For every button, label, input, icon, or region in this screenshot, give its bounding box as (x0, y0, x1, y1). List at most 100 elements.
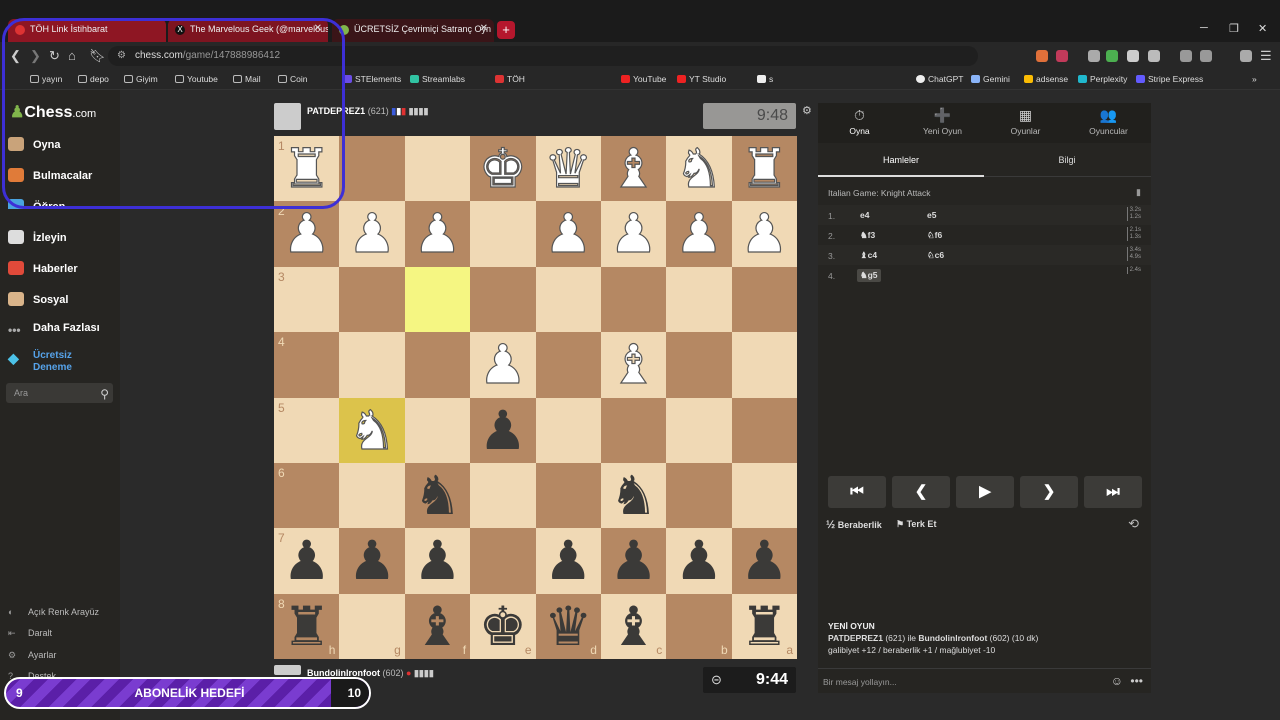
minimize-icon[interactable]: ─ (1200, 22, 1208, 34)
board-square[interactable]: ♟ (470, 397, 536, 463)
board-settings-icon[interactable]: ⚙ (802, 104, 812, 117)
extension-icon[interactable] (1088, 50, 1100, 62)
board-square[interactable]: c ♝ (600, 593, 667, 659)
board-square[interactable] (731, 266, 797, 333)
sidebar-search-input[interactable]: Ara ⚲ (6, 383, 113, 403)
sidebar-item-social[interactable]: Sosyal (8, 292, 68, 306)
board-square[interactable] (535, 397, 601, 463)
white-move[interactable]: ♝c4 (860, 250, 877, 261)
black-move[interactable]: e5 (927, 210, 936, 220)
black-pawn-piece[interactable]: ♟ (666, 528, 731, 593)
board-square[interactable] (470, 201, 536, 267)
more-options-icon[interactable]: ••• (1130, 674, 1143, 688)
maximize-icon[interactable]: ❐ (1229, 22, 1239, 35)
draw-button[interactable]: ½ Beraberlik (826, 519, 882, 531)
board-square[interactable] (600, 397, 667, 463)
board-square[interactable]: ♞ (600, 462, 667, 529)
board-square[interactable]: d ♛ (535, 593, 601, 659)
opening-name[interactable]: Italian Game: Knight Attack (828, 188, 931, 198)
black-bishop-piece[interactable]: ♝ (405, 594, 470, 659)
black-move[interactable]: ♘f6 (927, 230, 942, 241)
board-square[interactable] (470, 528, 536, 594)
bookmark-item[interactable]: YT Studio (677, 74, 726, 84)
white-pawn-piece[interactable]: ♟ (666, 201, 731, 266)
board-square[interactable]: ♚ (470, 136, 536, 202)
board-square[interactable]: ♟ (404, 528, 471, 594)
emoji-icon[interactable]: ☺ (1111, 674, 1123, 688)
board-square[interactable]: e ♚ (470, 593, 536, 659)
black-pawn-piece[interactable]: ♟ (470, 398, 535, 463)
board-square[interactable]: b (666, 593, 732, 659)
white-move-current[interactable]: ♞g5 (857, 269, 881, 282)
black-pawn-piece[interactable]: ♟ (732, 528, 797, 593)
white-bishop-piece[interactable]: ♝ (601, 332, 666, 397)
white-pawn-piece[interactable]: ♟ (405, 201, 470, 266)
board-square[interactable]: ♟ (666, 528, 732, 594)
light-theme-toggle[interactable]: ◐ Açık Renk Arayüz (8, 607, 99, 617)
bookmark-item[interactable]: STElements (343, 74, 401, 84)
new-tab-button[interactable]: + (497, 21, 515, 39)
close-window-icon[interactable]: ✕ (1258, 22, 1267, 35)
white-bishop-piece[interactable]: ♝ (601, 136, 666, 201)
board-square[interactable]: f ♝ (404, 593, 471, 659)
avatar[interactable] (274, 665, 301, 675)
board-square[interactable] (404, 332, 471, 398)
first-move-button[interactable]: ⏮ (828, 476, 886, 508)
board-square[interactable] (339, 266, 405, 333)
resign-button[interactable]: ⚑ Terk Et (896, 519, 936, 530)
sidebar-item-news[interactable]: Haberler (8, 261, 78, 275)
extension-icon[interactable] (1127, 50, 1139, 62)
board-square[interactable] (666, 332, 732, 398)
search-icon[interactable]: ⚲ (100, 384, 109, 404)
board-square[interactable]: ♟ (600, 528, 667, 594)
board-square[interactable]: ♝ (600, 136, 667, 202)
extension-icon[interactable] (1106, 50, 1118, 62)
board-square[interactable]: ♟ (535, 528, 601, 594)
board-square[interactable]: ♟ (535, 201, 601, 267)
play-button[interactable]: ▶ (956, 476, 1014, 508)
board-square[interactable]: 5 (274, 397, 340, 463)
tab-new-game[interactable]: ➕ Yeni Oyun (901, 107, 984, 136)
board-square[interactable]: ♟ (600, 201, 667, 267)
board-square[interactable]: 8 h ♜ (274, 593, 340, 659)
white-move[interactable]: e4 (860, 210, 869, 220)
black-pawn-piece[interactable]: ♟ (536, 528, 601, 593)
board-square[interactable] (535, 462, 601, 529)
black-pawn-piece[interactable]: ♟ (339, 528, 404, 593)
bookmark-item[interactable]: YouTube (621, 74, 666, 84)
board-square[interactable]: ♝ (600, 332, 667, 398)
black-pawn-piece[interactable]: ♟ (405, 528, 470, 593)
board-square[interactable] (600, 266, 667, 333)
chess-board[interactable]: 1 ♜ ♚ ♛ ♝ ♞ ♜ 2 ♟ ♟ ♟ ♟ ♟ ♟ ♟ 3 4 ♟ ♝ 5 ♞ ♟ 6 ♞ ♞ 7 ♟ ♟ ♟ ♟ ♟ ♟ ♟ 8 h ♜ g f ♝ e… (274, 136, 797, 659)
board-square[interactable]: ♞ (666, 136, 732, 202)
white-pawn-piece[interactable]: ♟ (536, 201, 601, 266)
board-square[interactable]: ♟ (339, 201, 405, 267)
board-square[interactable]: 7 ♟ (274, 528, 340, 594)
more-bookmarks-icon[interactable]: » (1252, 74, 1257, 84)
board-square[interactable] (339, 136, 405, 202)
sidebar-icon[interactable] (1180, 50, 1192, 62)
sidebar-item-more[interactable]: ••• Daha Fazlası (8, 322, 100, 339)
board-square[interactable]: 3 (274, 266, 340, 333)
board-square[interactable] (535, 332, 601, 398)
close-tab-icon[interactable]: ✕ (480, 23, 488, 34)
next-move-button[interactable]: ❯ (1020, 476, 1078, 508)
sidebar-item-watch[interactable]: İzleyin (8, 230, 67, 244)
bookmark-item[interactable]: TÖH (495, 74, 525, 84)
white-knight-piece[interactable]: ♞ (666, 136, 731, 201)
extension-icon[interactable] (1148, 50, 1160, 62)
board-square[interactable] (404, 397, 471, 463)
board-square[interactable] (731, 397, 797, 463)
bookmark-item[interactable]: Stripe Express (1136, 74, 1203, 84)
board-square[interactable]: ♜ (731, 136, 797, 202)
board-square[interactable] (535, 266, 601, 333)
black-bishop-piece[interactable]: ♝ (601, 594, 666, 659)
board-square[interactable] (339, 332, 405, 398)
extension-icon[interactable] (1036, 50, 1048, 62)
white-king-piece[interactable]: ♚ (470, 136, 535, 201)
book-icon[interactable]: ▮ (1136, 187, 1141, 198)
board-square[interactable]: ♞ (339, 397, 405, 463)
wallet-icon[interactable] (1200, 50, 1212, 62)
bookmark-item[interactable]: adsense (1024, 74, 1068, 84)
board-square[interactable] (666, 462, 732, 529)
